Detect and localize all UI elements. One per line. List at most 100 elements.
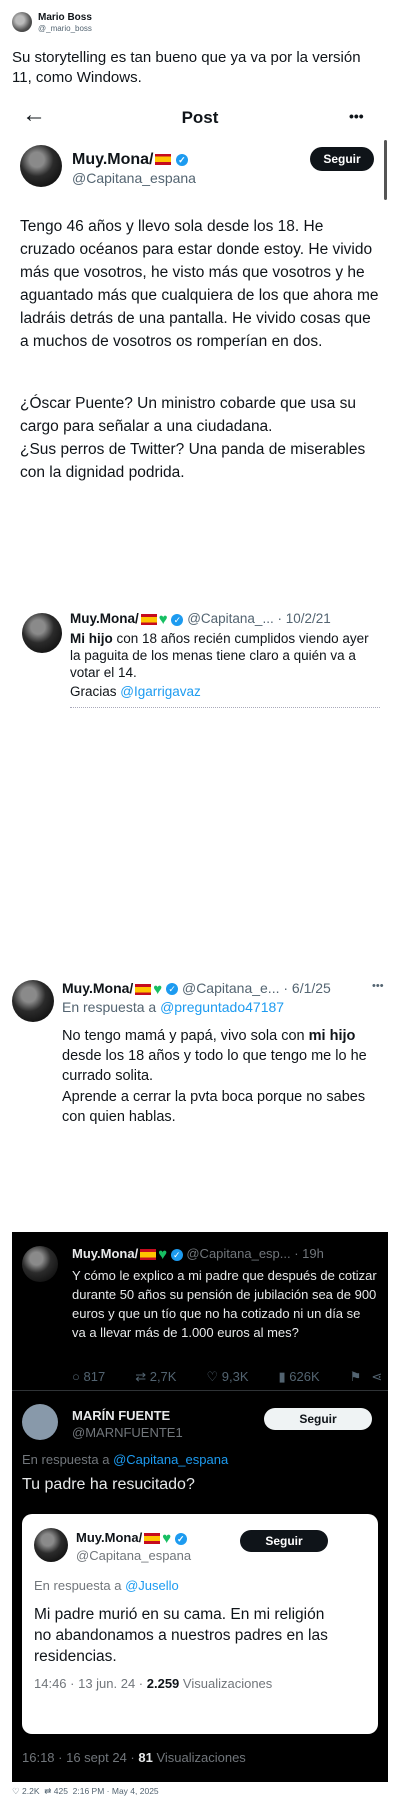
mention-link[interactable]: @preguntado47187 <box>160 999 284 1015</box>
view-count: 626K <box>289 1369 320 1384</box>
verified-badge-icon: ✓ <box>166 983 179 996</box>
views-icon: ▮ <box>278 1369 286 1384</box>
tweet-header: Muy.Mona/ ♥ ✓ @Capitana_e... · 6/1/25 <box>62 980 331 998</box>
retweet-icon: ⇄ <box>135 1369 147 1384</box>
spain-flag-icon <box>140 614 157 625</box>
author-handle[interactable]: @Capitana_espana <box>76 1548 191 1563</box>
view-count: 2.259 <box>146 1676 180 1691</box>
reply-prefix: En respuesta a <box>34 1578 126 1593</box>
author-name[interactable]: Muy.Mona/ <box>72 1246 138 1261</box>
more-options-icon[interactable]: ••• <box>349 108 364 124</box>
footer-stats: ♡ 2.2K ⇄ 425 2:16 PM · May 4, 2025 <box>12 1786 159 1797</box>
timestamp[interactable]: 16:18 · 16 sept 24 · <box>22 1750 138 1765</box>
tweet-header: Muy.Mona/ ♥ ✓ @Capitana_esp... · 19h <box>72 1246 324 1263</box>
author-name[interactable]: Muy.Mona/ <box>72 151 153 168</box>
handle-and-date[interactable]: @Capitana_... · 10/2/21 <box>187 611 331 626</box>
like-icon: ♡ <box>206 1369 219 1384</box>
follow-button[interactable]: Seguir <box>240 1530 328 1552</box>
author-name[interactable]: Muy.Mona/ <box>76 1530 142 1545</box>
more-options-icon[interactable]: ••• <box>372 980 384 992</box>
timestamp[interactable]: 14:46 · 13 jun. 24 · <box>34 1676 147 1691</box>
avatar[interactable] <box>12 980 54 1022</box>
bookmark-icon[interactable]: ⚑ <box>350 1369 362 1385</box>
retweet-icon[interactable]: ⇄ <box>44 1786 51 1796</box>
follow-button[interactable]: Seguir <box>264 1408 372 1430</box>
verified-badge-icon: ✓ <box>174 1532 187 1545</box>
bold-text: mi hijo <box>308 1028 356 1044</box>
views-label: Visualizaciones <box>179 1676 273 1691</box>
like-button[interactable]: ♡ 9,3K <box>206 1369 248 1385</box>
follow-button[interactable]: Seguir <box>310 147 374 171</box>
reply-prefix: En respuesta a <box>62 999 161 1015</box>
reply-context: En respuesta a @Capitana_espana <box>22 1452 228 1467</box>
share-icon[interactable]: ⋖ <box>371 1369 382 1385</box>
thanks-text: Gracias <box>70 684 121 699</box>
views-button[interactable]: ▮ 626K <box>279 1369 320 1385</box>
avatar[interactable] <box>34 1528 68 1562</box>
mention-link[interactable]: @Capitana_espana <box>113 1452 228 1467</box>
mention-link[interactable]: @Jusello <box>125 1578 179 1593</box>
author-name[interactable]: Mario Boss <box>38 12 92 23</box>
spain-flag-icon <box>144 1533 161 1545</box>
author-handle[interactable]: @MARNFUENTE1 <box>72 1425 183 1440</box>
like-icon[interactable]: ♡ <box>12 1786 20 1796</box>
author-handle[interactable]: @Capitana_espana <box>72 170 196 186</box>
author-handle[interactable]: @_mario_boss <box>38 24 92 33</box>
like-count: 9,3K <box>221 1369 249 1384</box>
spain-flag-icon <box>155 154 172 166</box>
action-bar: ○ 817 ⇄ 2,7K ♡ 9,3K ▮ 626K ⚑ ⋖ <box>72 1368 382 1386</box>
tweet-text: Y cómo le explico a mi padre que después… <box>72 1268 377 1340</box>
green-heart-icon: ♥ <box>158 611 168 628</box>
cut-action-bar <box>70 707 380 714</box>
page-title: Post <box>181 108 219 127</box>
timestamp-views: 14:46 · 13 jun. 24 · 2.259 Visualizacion… <box>34 1676 272 1691</box>
author-name[interactable]: Muy.Mona/ <box>70 611 139 626</box>
verified-badge-icon: ✓ <box>170 1248 183 1261</box>
tweet-header: Muy.Mona/ ♥ ✓ @Capitana_... · 10/2/21 <box>70 611 331 628</box>
tweet-text: Mi hijo con 18 años recién cumplidos vie… <box>70 630 380 681</box>
timestamp-views: 16:18 · 16 sept 24 · 81 Visualizaciones <box>22 1750 246 1765</box>
avatar[interactable] <box>12 12 32 32</box>
spain-flag-icon <box>140 1249 157 1261</box>
author-name-row[interactable]: Muy.Mona/ ✓ <box>72 151 188 169</box>
author-name[interactable]: MARÍN FUENTE <box>72 1408 170 1423</box>
green-heart-icon: ♥ <box>162 1530 172 1548</box>
handle-and-date[interactable]: @Capitana_e... · 6/1/25 <box>182 980 331 996</box>
post-paragraph: ¿Óscar Puente? Un ministro cobarde que u… <box>20 395 357 435</box>
tweet-text-b: desde los 18 años y todo lo que tengo me… <box>62 1048 367 1084</box>
verified-badge-icon: ✓ <box>171 613 184 626</box>
avatar[interactable] <box>22 1404 58 1440</box>
mention-link[interactable]: @Igarrigavaz <box>120 684 201 699</box>
tweet-text: Aprende a cerrar la pvta boca porque no … <box>62 1089 366 1125</box>
reply-context: En respuesta a @Jusello <box>34 1578 179 1593</box>
tweet-text-body: con 18 años recién cumplidos viendo ayer… <box>70 631 369 680</box>
tweet-thanks: Gracias @Igarrigavaz <box>70 684 201 699</box>
post-paragraph: Tengo 46 años y llevo sola desde los 18.… <box>20 218 379 350</box>
post-paragraph: ¿Sus perros de Twitter? Una panda de mis… <box>20 441 366 481</box>
quoted-screenshot: Muy.Mona/ ♥ ✓ @Capitana_espana Seguir En … <box>22 1514 378 1734</box>
reply-count: 817 <box>83 1369 106 1384</box>
retweet-count: 2,7K <box>149 1369 177 1384</box>
like-count: 2.2K <box>22 1786 40 1796</box>
tweet-text: Tu padre ha resucitado? <box>22 1476 195 1493</box>
handle-and-date[interactable]: @Capitana_esp... · 19h <box>186 1246 324 1261</box>
view-count: 81 <box>138 1750 153 1765</box>
scrollbar[interactable] <box>384 140 387 200</box>
author-name-row[interactable]: Muy.Mona/ ♥ ✓ <box>76 1530 187 1547</box>
reply-context: En respuesta a @preguntado47187 <box>62 999 284 1015</box>
avatar[interactable] <box>22 1246 58 1282</box>
divider <box>12 1390 388 1391</box>
avatar[interactable] <box>20 145 62 187</box>
retweet-button[interactable]: ⇄ 2,7K <box>135 1369 176 1385</box>
avatar[interactable] <box>22 613 62 653</box>
dark-screenshot: Muy.Mona/ ♥ ✓ @Capitana_esp... · 19h Y có… <box>12 1232 388 1782</box>
author-name[interactable]: Muy.Mona/ <box>62 980 133 996</box>
bold-text: Mi hijo <box>70 631 113 646</box>
retweet-count: 425 <box>53 1786 68 1796</box>
tweet-text-a: No tengo mamá y papá, vivo sola con <box>62 1028 309 1044</box>
views-label: Visualizaciones <box>152 1750 246 1765</box>
green-heart-icon: ♥ <box>158 1246 168 1264</box>
reply-button[interactable]: ○ 817 <box>72 1369 105 1384</box>
timestamp[interactable]: 2:16 PM · May 4, 2025 <box>73 1786 159 1796</box>
reply-prefix: En respuesta a <box>22 1452 114 1467</box>
